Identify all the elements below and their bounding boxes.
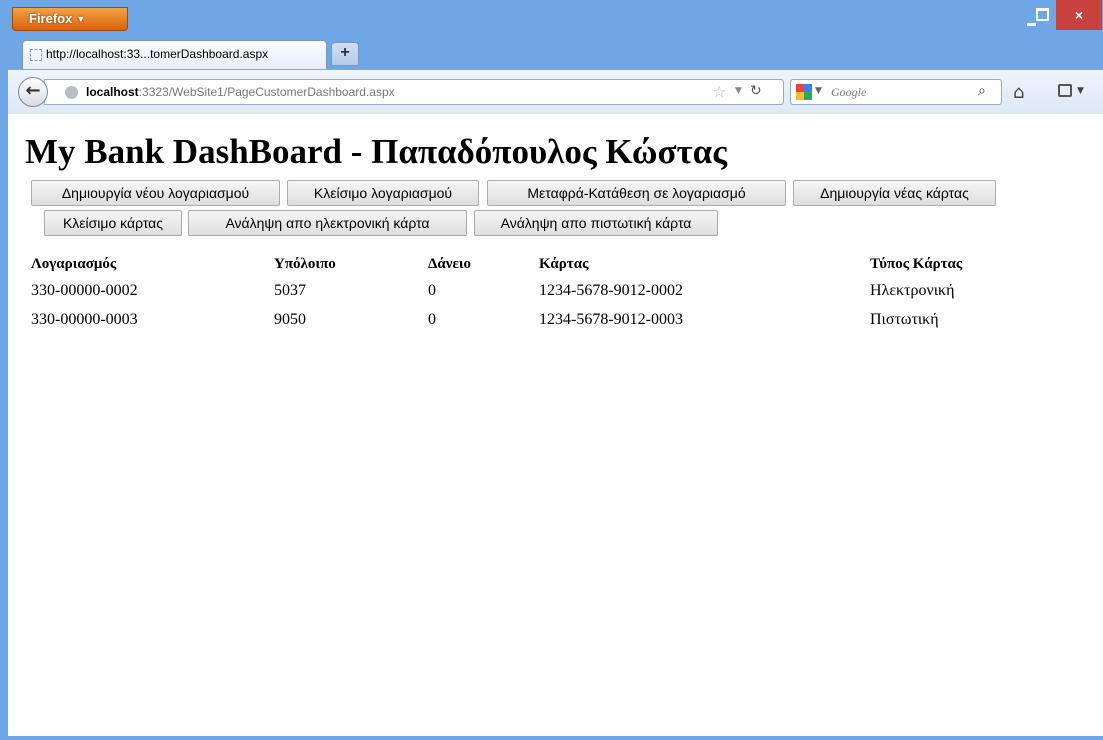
address-url: localhost:3323/WebSite1/PageCustomerDash… (86, 85, 395, 99)
close-icon: × (1074, 7, 1084, 23)
bookmark-star-icon[interactable]: ☆ (712, 82, 726, 101)
balance: 9050 (274, 311, 306, 328)
tab-current[interactable]: http://localhost:33...tomerDashboard.asp… (22, 40, 327, 70)
new-tab-button[interactable]: + (331, 42, 359, 66)
card-type: Ηλεκτρονική (870, 282, 955, 299)
plus-icon: + (340, 44, 350, 61)
firefox-menu-label: Firefox (29, 11, 73, 26)
search-input[interactable] (831, 84, 961, 100)
globe-icon (65, 86, 78, 99)
card-type: Πιστωτική (870, 311, 939, 328)
chevron-down-icon: ▼ (76, 14, 86, 24)
close-account-button[interactable]: Κλείσιμο λογαριασμού (287, 180, 479, 206)
withdraw-credit-card-button[interactable]: Ανάληψη απο πιστωτική κάρτα (474, 210, 718, 236)
back-button[interactable]: ← (18, 77, 48, 107)
bookmarks-icon[interactable] (1058, 84, 1072, 97)
url-host: localhost (86, 85, 139, 99)
close-card-button[interactable]: Κλείσιμο κάρτας (44, 210, 182, 236)
url-path: :3323/WebSite1/PageCustomerDashboard.asp… (138, 85, 395, 99)
back-arrow-icon: ← (25, 80, 41, 101)
reload-icon[interactable]: ↻ (750, 83, 762, 99)
column-header-account: Λογαριασμός (31, 256, 117, 272)
loan: 0 (428, 311, 436, 328)
google-icon[interactable] (796, 84, 812, 100)
card-number: 1234-5678-9012-0003 (539, 311, 683, 328)
column-header-card-type: Τύπος Κάρτας (870, 256, 963, 272)
card-number: 1234-5678-9012-0002 (539, 282, 683, 299)
column-header-loan: Δάνειο (428, 256, 472, 272)
withdraw-electronic-card-button[interactable]: Ανάληψη απο ηλεκτρονική κάρτα (188, 210, 467, 236)
search-engine-dropdown-icon[interactable]: ▼ (815, 86, 822, 96)
maximize-button[interactable] (1028, 0, 1056, 30)
account-number: 330-00000-0003 (31, 311, 138, 328)
address-bar[interactable]: localhost:3323/WebSite1/PageCustomerDash… (44, 79, 784, 105)
loan: 0 (428, 282, 436, 299)
history-dropdown-icon[interactable]: ▼ (735, 86, 742, 96)
balance: 5037 (274, 282, 306, 299)
account-number: 330-00000-0002 (31, 282, 138, 299)
page-content: My Bank DashBoard - Παπαδόπουλος Κώστας … (8, 114, 1103, 736)
maximize-icon (1035, 8, 1049, 21)
page-title: My Bank DashBoard - Παπαδόπουλος Κώστας (25, 132, 727, 171)
column-header-card: Κάρτας (539, 256, 589, 272)
search-bar[interactable]: ▼ ⌕ (790, 79, 1002, 105)
bookmarks-dropdown-icon[interactable]: ▼ (1077, 86, 1084, 96)
create-card-button[interactable]: Δημιουργία νέας κάρτας (793, 180, 996, 206)
close-button[interactable]: × (1056, 0, 1102, 30)
home-icon[interactable]: ⌂ (1013, 82, 1024, 103)
page-favicon-icon (30, 49, 42, 61)
tab-title: http://localhost:33...tomerDashboard.asp… (46, 47, 269, 61)
create-account-button[interactable]: Δημιουργία νέου λογαριασμού (31, 180, 280, 206)
transfer-deposit-button[interactable]: Μεταφρά-Κατάθεση σε λογαριασμό (487, 180, 786, 206)
column-header-balance: Υπόλοιπο (274, 256, 336, 272)
firefox-menu-button[interactable]: Firefox ▼ (12, 7, 128, 31)
search-icon[interactable]: ⌕ (978, 83, 986, 99)
